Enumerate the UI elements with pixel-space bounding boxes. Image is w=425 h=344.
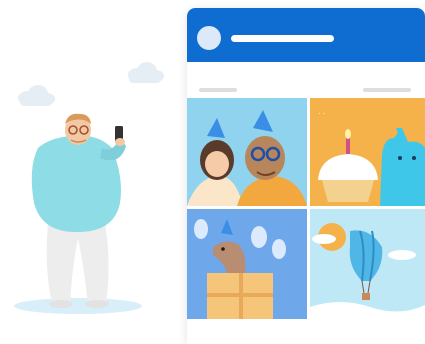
cloud-icon xyxy=(18,85,55,106)
photo-tile-birthday[interactable]: · · xyxy=(310,98,425,206)
avatar-icon xyxy=(197,26,221,50)
person-with-phone-icon xyxy=(14,113,142,314)
cloud-icon xyxy=(128,62,164,83)
title-placeholder-bar xyxy=(231,35,334,42)
subtitle-placeholder-right xyxy=(363,88,411,92)
app-header xyxy=(187,8,425,62)
photo-tile-dog[interactable] xyxy=(187,209,307,319)
phone-screen: · · xyxy=(187,8,425,344)
bottom-area xyxy=(187,326,425,344)
subtitle-placeholder-left xyxy=(199,88,237,92)
photo-tile-balloon[interactable] xyxy=(310,209,425,319)
photo-tile-family[interactable] xyxy=(187,98,307,206)
svg-text:· ·: · · xyxy=(318,109,326,118)
